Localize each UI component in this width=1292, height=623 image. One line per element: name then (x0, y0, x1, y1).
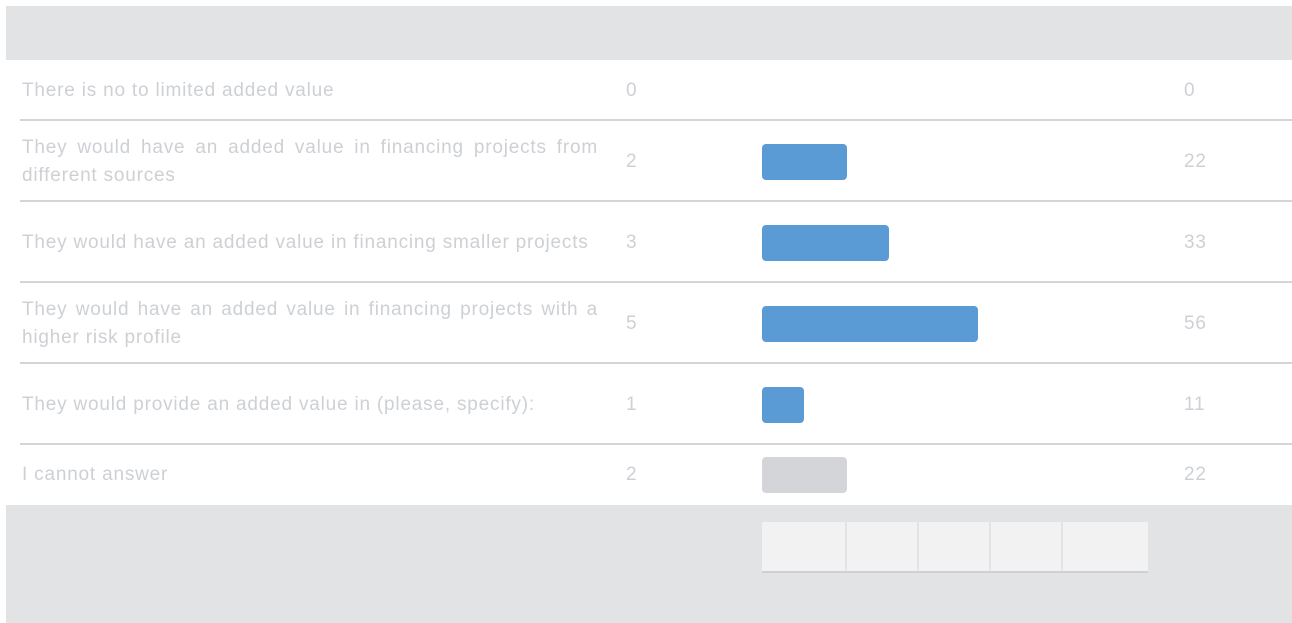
bar (762, 457, 847, 493)
axis-scale-cell (847, 522, 919, 571)
table-row: They would have an added value in financ… (6, 202, 1292, 283)
bar (762, 143, 847, 180)
table-row: They would have an added value in financ… (6, 283, 1292, 364)
axis-scale-cell (1063, 522, 1148, 571)
percent-label: 22 (1184, 464, 1207, 485)
category-label: There is no to limited added value (22, 79, 335, 101)
table-row: They would have an added value in financ… (6, 121, 1292, 202)
table-row: I cannot answer 2 22 (6, 445, 1292, 505)
x-axis-scale (762, 522, 1148, 573)
category-label: They would have an added value in financ… (22, 298, 598, 348)
bar (762, 224, 890, 261)
count-label: 0 (626, 79, 638, 101)
axis-scale-cell (991, 522, 1063, 571)
count-label: 2 (626, 150, 638, 172)
category-label: I cannot answer (22, 464, 169, 485)
axis-scale-cell (762, 522, 847, 571)
bar (762, 386, 805, 423)
count-label: 3 (626, 231, 638, 253)
bar (762, 305, 979, 342)
count-label: 1 (626, 393, 638, 415)
axis-scale-cell (919, 522, 991, 571)
table-row: There is no to limited added value 0 0 (6, 60, 1292, 121)
percent-label: 56 (1184, 312, 1207, 334)
percent-label: 0 (1184, 79, 1196, 101)
count-label: 5 (626, 312, 638, 334)
count-label: 2 (626, 464, 638, 485)
category-label: They would have an added value in financ… (22, 136, 598, 186)
category-label: They would provide an added value in (pl… (22, 393, 535, 415)
category-label: They would have an added value in financ… (22, 231, 589, 253)
percent-label: 33 (1184, 231, 1207, 253)
percent-label: 11 (1184, 393, 1206, 415)
table-header-band (6, 6, 1292, 60)
table-row: They would provide an added value in (pl… (6, 364, 1292, 445)
percent-label: 22 (1184, 150, 1207, 172)
